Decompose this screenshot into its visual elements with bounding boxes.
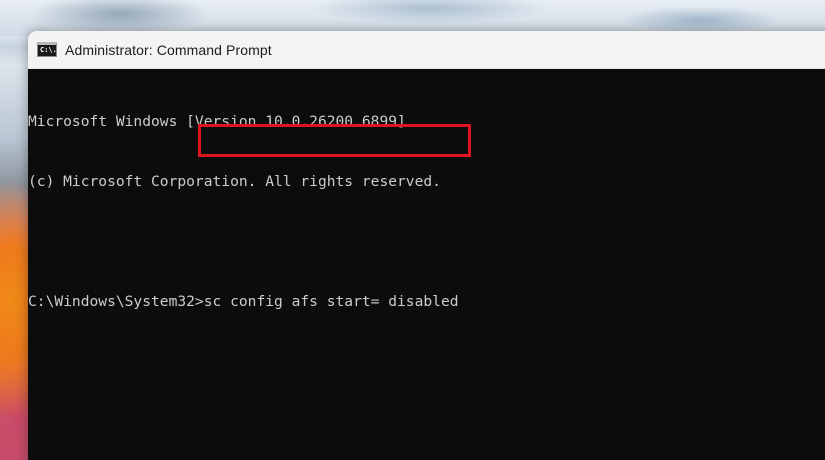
window-title: Administrator: Command Prompt (65, 41, 272, 58)
console-line-version: Microsoft Windows [Version 10.0.26200.68… (28, 113, 406, 130)
console-output[interactable]: Microsoft Windows [Version 10.0.26200.68… (28, 69, 825, 352)
cmd-icon-text: C:\. (40, 46, 57, 54)
console-line-command[interactable]: C:\Windows\System32>sc config afs start=… (28, 292, 825, 312)
command-prompt-window[interactable]: C:\. Administrator: Command Prompt Micro… (28, 31, 825, 460)
console-line-copyright: (c) Microsoft Corporation. All rights re… (28, 173, 441, 190)
cmd-app-icon: C:\. (37, 42, 57, 57)
title-bar[interactable]: C:\. Administrator: Command Prompt (28, 31, 825, 69)
